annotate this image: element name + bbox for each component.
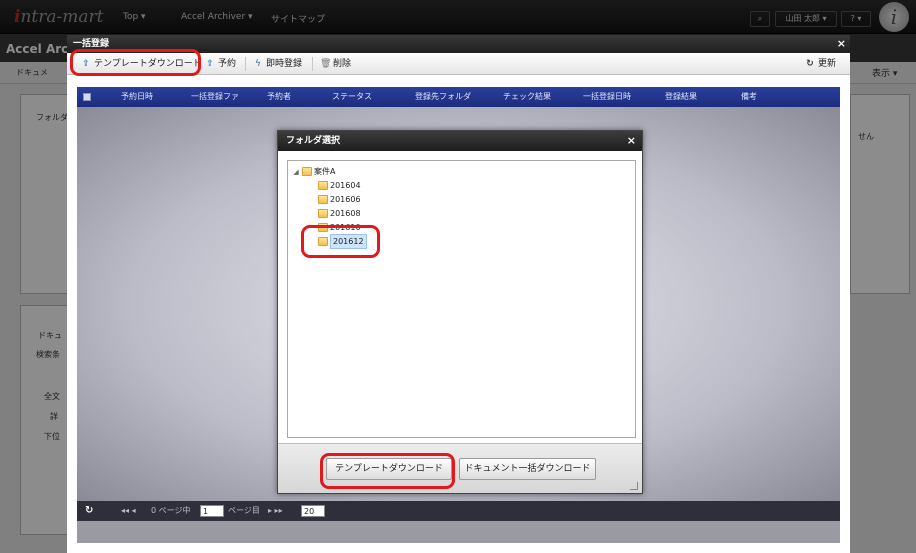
delete-button[interactable]: 🗑 削除	[320, 56, 351, 72]
lightning-icon: ϟ	[255, 59, 261, 69]
column-reserved-at[interactable]: 予約日時	[121, 87, 153, 107]
immediate-register-label: 即時登録	[266, 59, 303, 69]
tree-node-label: 201604	[330, 181, 361, 190]
tree-node-label: 案件A	[314, 167, 336, 176]
folder-tree: ◢ 案件A 201604 201606 201608 201610 201612	[287, 160, 636, 438]
highlight-selected-folder	[301, 225, 380, 258]
grid-header: 予約日時 一括登録ファ 予約者 ステータス 登録先フォルダ チェック結果 一括登…	[77, 87, 840, 107]
folder-icon	[318, 181, 328, 190]
toolbar-divider	[245, 57, 246, 71]
folder-icon	[302, 167, 312, 176]
select-all-checkbox[interactable]	[83, 93, 91, 101]
modal-bottom	[77, 521, 840, 543]
folder-dialog-close-button[interactable]: ×	[627, 131, 636, 151]
collapse-icon[interactable]: ◢	[292, 168, 300, 176]
reload-icon[interactable]: ↻	[85, 501, 93, 521]
pager-total: 0 ページ中	[151, 506, 191, 515]
rows-per-page-select[interactable]: 20	[301, 505, 325, 517]
column-register-result[interactable]: 登録結果	[665, 87, 697, 107]
column-status[interactable]: ステータス	[332, 87, 372, 107]
modal-close-button[interactable]: ×	[837, 35, 846, 53]
pager-next-last[interactable]: ▸ ▸▸	[268, 501, 283, 521]
upload-icon: ⇪	[206, 59, 214, 69]
reserve-label: 予約	[218, 59, 237, 69]
page-number-input[interactable]: 1	[200, 505, 224, 517]
bulk-document-download-button[interactable]: ドキュメント一括ダウンロード	[459, 458, 596, 480]
tree-node-label: 201606	[330, 195, 361, 204]
resize-grip-icon[interactable]	[630, 482, 638, 490]
folder-select-dialog: フォルダ選択 × ◢ 案件A 201604 201606 201608 2016…	[277, 130, 643, 494]
pager: ↻ ◂◂ ◂ 0 ページ中 1 ページ目 ▸ ▸▸ 20	[77, 501, 840, 521]
refresh-label: 更新	[818, 59, 837, 69]
reserve-button[interactable]: ⇪ 予約	[205, 56, 236, 72]
tree-node-folder[interactable]: 201608	[318, 207, 361, 220]
refresh-icon: ↻	[806, 59, 814, 69]
tree-node-folder[interactable]: 201604	[318, 179, 361, 192]
column-bulk-file[interactable]: 一括登録ファ	[191, 87, 239, 107]
column-reserver[interactable]: 予約者	[267, 87, 291, 107]
folder-dialog-title: フォルダ選択	[278, 131, 642, 151]
toolbar-divider	[312, 57, 313, 71]
pager-first-prev[interactable]: ◂◂ ◂	[121, 501, 136, 521]
folder-icon	[318, 209, 328, 218]
trash-icon: 🗑	[320, 59, 332, 69]
tree-node-root[interactable]: ◢ 案件A	[292, 165, 335, 178]
column-check-result[interactable]: チェック結果	[503, 87, 551, 107]
column-bulk-registered-at[interactable]: 一括登録日時	[583, 87, 631, 107]
tree-node-label: 201608	[330, 209, 361, 218]
delete-label: 削除	[333, 59, 352, 69]
column-remarks[interactable]: 備考	[741, 87, 757, 107]
highlight-dialog-template-button	[320, 453, 455, 489]
column-target-folder[interactable]: 登録先フォルダ	[415, 87, 471, 107]
folder-icon	[318, 195, 328, 204]
highlight-template-download	[70, 49, 201, 76]
refresh-button[interactable]: ↻ 更新	[805, 56, 836, 72]
pager-page-suffix: ページ目	[228, 506, 260, 515]
immediate-register-button[interactable]: ϟ 即時登録	[253, 56, 302, 72]
tree-node-folder[interactable]: 201606	[318, 193, 361, 206]
